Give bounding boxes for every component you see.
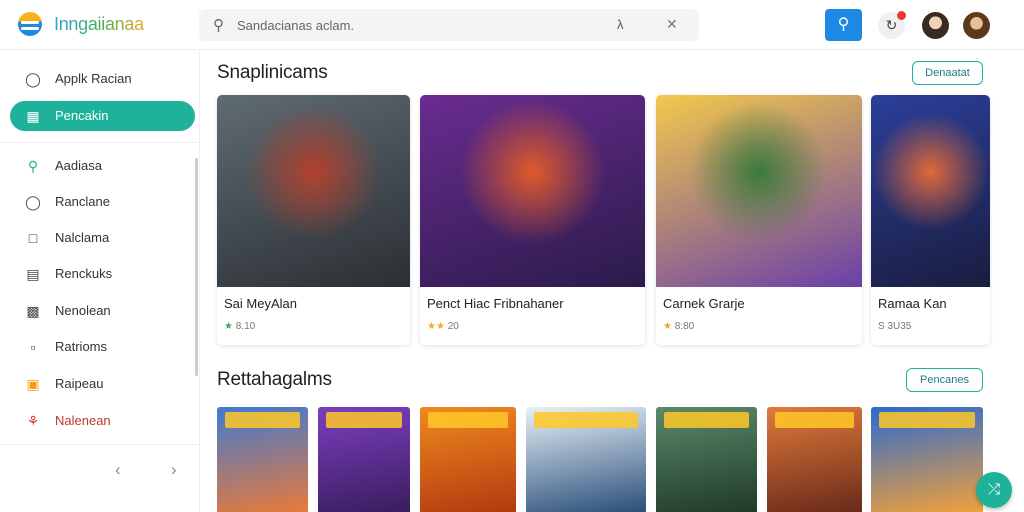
star-icon: ★ [224,321,233,332]
star-icon: ★★ [427,321,445,332]
game-card[interactable]: Sai MeyAlan ★ 8.10 [217,95,410,345]
grid-icon: ▦ [26,108,40,124]
section-action-button[interactable]: Pencanes [906,368,983,392]
game-logo-banner [879,412,975,428]
globe-icon: ◯ [25,194,41,210]
top-bar: Inngaiianaa ⚲ λ ✕ ⚲ ↻ [0,0,1024,50]
section-title: Snaplinicams [217,62,328,83]
game-title: Penct Hiac Fribnahaner [427,296,564,311]
game-thumbnail [656,95,862,287]
star-icon: ★ [663,321,672,332]
rating-value: 20 [447,321,459,332]
sidebar-item-7[interactable]: ▫ Ratrioms [10,332,195,362]
sidebar-item-5[interactable]: ▤ Renckuks [10,259,195,289]
puzzle-icon: ▣ [26,376,40,392]
avatar[interactable] [922,12,949,39]
sidebar-item-label: Nalclama [55,230,110,245]
sidebar-item-2[interactable]: ⚲ Aadiasa [10,151,195,181]
shuffle-icon: ⤮ [987,481,1000,498]
sidebar-item-8[interactable]: ▣ Raipeau [10,369,195,399]
sidebar-item-1[interactable]: ▦ Pencakin [10,101,195,131]
sidebar-item-9[interactable]: ⚘ Nalenean [10,406,195,436]
game-rating: ★★ 20 [427,321,459,332]
search-button[interactable]: ⚲ [825,9,862,41]
game-tile[interactable] [526,407,646,512]
sidebar-item-label: Ratrioms [55,339,108,354]
game-tile[interactable] [318,407,410,512]
sidebar: ◯ Applk Racian ▦ Pencakin ⚲ Aadiasa ◯ Ra… [0,50,200,512]
sidebar-item-4[interactable]: □ Nalclama [10,223,195,253]
game-card[interactable]: Carnek Grarje ★ 8:80 [656,95,862,345]
bell-icon: ↻ [885,17,898,33]
game-tile[interactable] [871,407,983,512]
dots-grid-icon: ▩ [26,303,40,319]
game-card[interactable]: Penct Hiac Fribnahaner ★★ 20 [420,95,645,345]
game-thumbnail [420,95,645,287]
game-tile[interactable] [420,407,516,512]
app-logo-icon[interactable] [18,12,42,36]
game-card[interactable]: Ramaa Kan S 3U35 [871,95,990,345]
game-thumbnail [871,95,990,287]
shuffle-button[interactable]: ⤮ [976,472,1012,508]
square-icon: □ [28,230,38,246]
sidebar-item-label: Renckuks [55,266,113,281]
game-logo-banner [326,412,402,428]
sidebar-item-3[interactable]: ◯ Ranclane [10,187,195,217]
game-tile[interactable] [767,407,862,512]
rating-value: S 3U35 [878,321,912,332]
sidebar-scrollbar[interactable] [195,158,198,376]
game-logo-banner [775,412,854,428]
game-title: Sai MeyAlan [224,296,297,311]
user-icon: ◯ [25,71,41,87]
search-icon: ⚲ [213,17,224,34]
sidebar-item-label: Ranclane [55,194,110,209]
brand-name[interactable]: Inngaiianaa [54,14,144,35]
game-rating: ★ 8.10 [224,321,255,332]
profile-avatar[interactable] [963,12,990,39]
game-title: Ramaa Kan [878,296,947,311]
search-icon: ⚲ [837,16,850,33]
sidebar-divider [0,142,198,143]
game-rating: S 3U35 [878,321,911,332]
sidebar-item-label: Applk Racian [55,71,132,86]
game-rating: ★ 8:80 [663,321,694,332]
chevron-right-icon[interactable]: › [171,460,177,480]
game-logo-banner [428,412,508,428]
game-logo-banner [534,412,638,428]
search-input[interactable] [237,15,597,35]
sidebar-item-0[interactable]: ◯ Applk Racian [10,64,195,94]
sidebar-item-label: Raipeau [55,376,104,391]
sidebar-divider [0,444,198,445]
key-icon: ⚲ [27,158,39,174]
notification-badge [897,11,906,20]
chevron-left-icon[interactable]: ‹ [115,460,121,480]
sidebar-item-label: Aadiasa [55,158,102,173]
close-icon[interactable]: ✕ [666,16,678,33]
sidebar-item-6[interactable]: ▩ Nenolean [10,296,195,326]
game-thumbnail [217,95,410,287]
notifications-button[interactable]: ↻ [878,11,906,39]
headset-icon: ⚘ [26,413,40,429]
search-bar: ⚲ λ ✕ [199,9,699,41]
game-title: Carnek Grarje [663,296,745,311]
game-logo-banner [225,412,300,428]
message-icon: ▫ [30,339,36,355]
game-logo-banner [664,412,749,428]
game-tile[interactable] [217,407,308,512]
section-action-button[interactable]: Denaatat [912,61,983,85]
sidebar-item-label: Nalenean [55,413,111,428]
section-title: Rettahagalms [217,369,332,390]
rating-value: 8.10 [235,321,256,332]
microphone-icon[interactable]: λ [617,17,624,32]
rating-value: 8:80 [674,321,695,332]
sidebar-item-label: Nenolean [55,303,111,318]
window-icon: ▤ [26,266,40,282]
sidebar-item-label: Pencakin [55,108,109,123]
game-tile[interactable] [656,407,757,512]
